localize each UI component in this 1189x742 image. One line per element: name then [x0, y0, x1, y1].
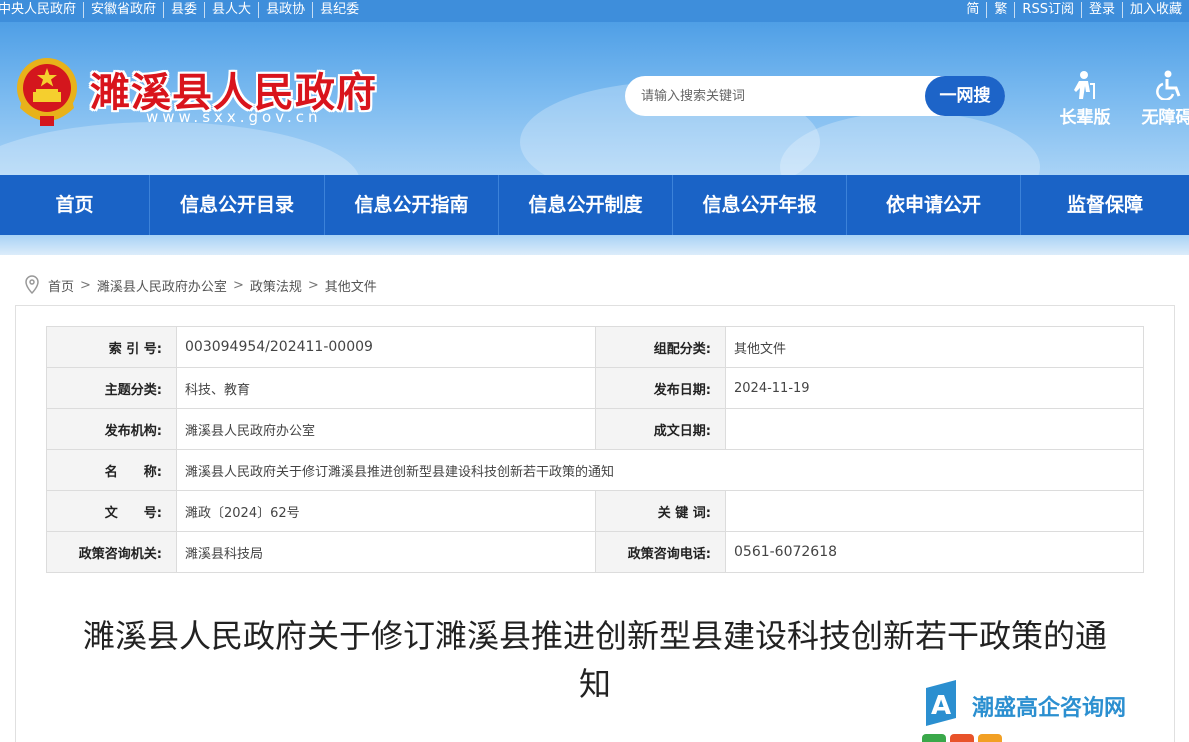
meta-key: 成文日期: [595, 408, 726, 450]
search-button[interactable]: 一网搜 [925, 76, 1005, 116]
nav-item-catalog[interactable]: 信息公开目录 [150, 175, 325, 235]
accessibility-button[interactable]: 无障碍 [1132, 70, 1189, 128]
search-box: 一网搜 [625, 76, 1005, 116]
watermark-tab-green [922, 734, 946, 742]
table-row: 发布机构: 濉溪县人民政府办公室 成文日期: [46, 408, 1144, 450]
header-cloud [0, 122, 360, 175]
link-rss[interactable]: RSS订阅 [1015, 2, 1082, 18]
link-login[interactable]: 登录 [1082, 2, 1123, 18]
national-emblem-icon [17, 58, 77, 126]
meta-key: 组配分类: [595, 326, 726, 368]
top-link-bar: 中央人民政府 安徽省政府 县委 县人大 县政协 县纪委 简 繁 RSS订阅 登录… [0, 0, 1189, 22]
breadcrumb-policy[interactable]: 政策法规 [250, 276, 302, 295]
header-cloud [780, 112, 1040, 175]
watermark-tab-red [950, 734, 974, 742]
svg-text:A: A [931, 691, 951, 721]
breadcrumb: 首页 > 濉溪县人民政府办公室 > 政策法规 > 其他文件 [24, 275, 377, 295]
nav-item-annual-report[interactable]: 信息公开年报 [673, 175, 847, 235]
wheelchair-icon [1156, 70, 1181, 100]
top-links-right: 简 繁 RSS订阅 登录 加入收藏 [959, 2, 1189, 18]
link-bookmark[interactable]: 加入收藏 [1123, 2, 1189, 18]
nav-item-home[interactable]: 首页 [0, 175, 150, 235]
meta-key: 发布机构: [46, 408, 177, 450]
nav-item-guide[interactable]: 信息公开指南 [325, 175, 499, 235]
table-row: 文 号: 濉政〔2024〕62号 关 键 词: [46, 490, 1144, 532]
site-header: 濉溪县人民政府 www.sxx.gov.cn 一网搜 长辈版 无障碍 [0, 22, 1189, 175]
breadcrumb-home[interactable]: 首页 [48, 276, 74, 295]
nav-item-supervision[interactable]: 监督保障 [1021, 175, 1189, 235]
document-title-line: 濉溪县人民政府关于修订濉溪县推进创新型县建设科技创新若干政策的通 [82, 617, 1107, 655]
breadcrumb-office[interactable]: 濉溪县人民政府办公室 [97, 276, 227, 295]
document-metadata-table: 索 引 号: 003094954/202411-00009 组配分类: 其他文件… [46, 326, 1144, 573]
link-county-discipline[interactable]: 县纪委 [313, 2, 366, 18]
meta-category-value: 其他文件 [725, 326, 1144, 368]
nav-underband [0, 235, 1189, 255]
main-nav: 首页 信息公开目录 信息公开指南 信息公开制度 信息公开年报 依申请公开 监督保… [0, 175, 1189, 235]
meta-key: 索 引 号: [46, 326, 177, 368]
meta-keyword-value [725, 490, 1144, 532]
breadcrumb-separator: > [307, 277, 319, 293]
meta-date-value: 2024-11-19 [725, 367, 1144, 409]
breadcrumb-separator: > [80, 277, 91, 293]
meta-consult-org-value: 濉溪县科技局 [176, 531, 596, 573]
location-pin-icon [25, 275, 39, 295]
elderly-person-icon [1074, 71, 1095, 99]
table-row: 主题分类: 科技、教育 发布日期: 2024-11-19 [46, 367, 1144, 409]
link-anhui-gov[interactable]: 安徽省政府 [84, 2, 165, 18]
link-traditional[interactable]: 繁 [987, 2, 1016, 18]
meta-topic-value: 科技、教育 [176, 367, 596, 409]
meta-consult-phone-value: 0561-6072618 [725, 531, 1144, 573]
table-row: 索 引 号: 003094954/202411-00009 组配分类: 其他文件 [46, 326, 1144, 368]
meta-key: 政策咨询机关: [46, 531, 177, 573]
accessibility-label: 无障碍 [1141, 108, 1189, 128]
table-row: 名 称: 濉溪县人民政府关于修订濉溪县推进创新型县建设科技创新若干政策的通知 [46, 449, 1144, 491]
watermark-tab-orange [978, 734, 1002, 742]
meta-key: 关 键 词: [595, 490, 726, 532]
meta-name-value: 濉溪县人民政府关于修订濉溪县推进创新型县建设科技创新若干政策的通知 [176, 449, 1144, 491]
watermark-logo-icon: A [926, 680, 956, 726]
watermark-text: 潮盛高企咨询网 [972, 695, 1127, 721]
elderly-mode-button[interactable]: 长辈版 [1050, 70, 1120, 128]
meta-docno-value: 濉政〔2024〕62号 [176, 490, 596, 532]
link-central-gov[interactable]: 中央人民政府 [0, 2, 85, 18]
link-county-committee[interactable]: 县委 [164, 2, 206, 18]
meta-key: 主题分类: [46, 367, 177, 409]
elderly-mode-label: 长辈版 [1059, 108, 1111, 128]
table-row: 政策咨询机关: 濉溪县科技局 政策咨询电话: 0561-6072618 [46, 531, 1144, 573]
search-input[interactable] [641, 86, 921, 106]
link-county-congress[interactable]: 县人大 [205, 2, 260, 18]
meta-key: 文 号: [46, 490, 177, 532]
meta-key: 发布日期: [595, 367, 726, 409]
meta-written-date-value [725, 408, 1144, 450]
top-links-left: 中央人民政府 安徽省政府 县委 县人大 县政协 县纪委 [0, 2, 366, 18]
link-county-cppcc[interactable]: 县政协 [259, 2, 314, 18]
watermark-color-tabs [922, 734, 1002, 742]
meta-index-value: 003094954/202411-00009 [176, 326, 596, 368]
meta-key: 名 称: [46, 449, 177, 491]
meta-org-value: 濉溪县人民政府办公室 [176, 408, 596, 450]
nav-item-system[interactable]: 信息公开制度 [499, 175, 673, 235]
meta-key: 政策咨询电话: [595, 531, 726, 573]
site-domain: www.sxx.gov.cn [146, 108, 322, 126]
watermark: A 潮盛高企咨询网 [922, 680, 1172, 742]
breadcrumb-separator: > [232, 277, 244, 293]
breadcrumb-other-docs[interactable]: 其他文件 [325, 276, 377, 295]
nav-item-apply[interactable]: 依申请公开 [847, 175, 1021, 235]
link-simplified[interactable]: 简 [959, 2, 988, 18]
